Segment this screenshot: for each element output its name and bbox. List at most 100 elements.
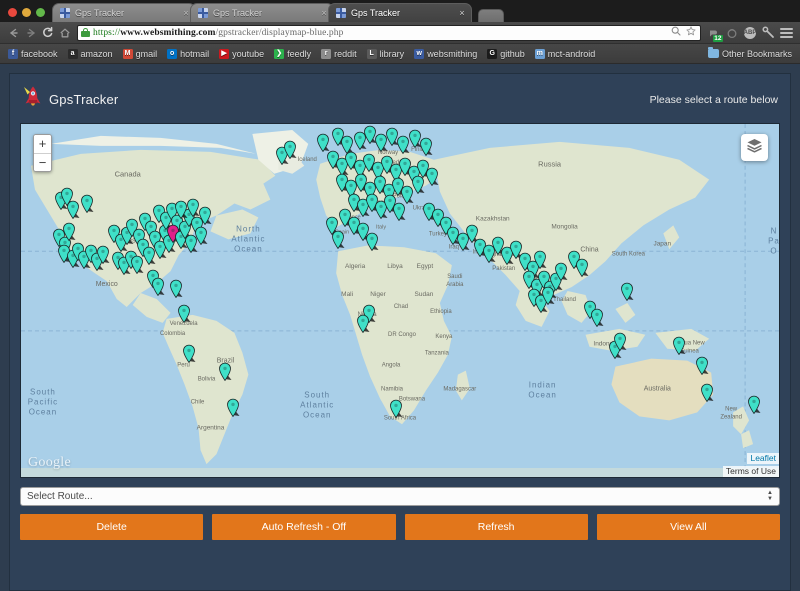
bookmark-item[interactable]: ffacebook xyxy=(4,48,62,60)
auto-refresh-button[interactable]: Auto Refresh - Off xyxy=(212,514,395,540)
back-button[interactable] xyxy=(5,24,22,41)
delete-button[interactable]: Delete xyxy=(20,514,203,540)
bookmark-item[interactable]: ▶youtube xyxy=(215,48,268,60)
map-marker[interactable] xyxy=(393,202,406,221)
bookmark-label: reddit xyxy=(334,49,357,59)
bookmark-favicon-icon: r xyxy=(321,49,331,59)
map-marker[interactable] xyxy=(80,194,93,213)
extension-button-secondary[interactable] xyxy=(723,24,741,42)
map-marker[interactable] xyxy=(177,304,190,323)
map-marker[interactable] xyxy=(533,250,546,269)
map-label: NPaO xyxy=(768,226,779,255)
bookmark-label: facebook xyxy=(21,49,58,59)
bookmark-label: youtube xyxy=(232,49,264,59)
map-marker[interactable] xyxy=(541,286,554,305)
bookmark-item[interactable]: mmct-android xyxy=(531,48,600,60)
browser-window: Gps Tracker×Gps Tracker×Gps Tracker× htt… xyxy=(0,0,800,591)
map-marker[interactable] xyxy=(419,137,432,156)
zoom-in-button[interactable]: + xyxy=(34,135,51,153)
tab-title: Gps Tracker xyxy=(351,8,452,18)
map-label: Niger xyxy=(370,291,386,298)
brand-name: GpsTracker xyxy=(49,92,118,107)
adblock-plus-button[interactable]: ABP xyxy=(741,24,759,42)
bookmark-favicon-icon: M xyxy=(123,49,133,59)
bookmark-item[interactable]: rreddit xyxy=(317,48,361,60)
map-zoom-control[interactable]: + − xyxy=(33,134,52,172)
bookmark-item[interactable]: aamazon xyxy=(64,48,117,60)
map-marker[interactable] xyxy=(66,200,79,219)
bookmark-item[interactable]: ohotmail xyxy=(163,48,213,60)
map-marker[interactable] xyxy=(411,175,424,194)
tab-favicon-icon xyxy=(198,8,208,18)
map-marker[interactable] xyxy=(184,234,197,253)
browser-tab[interactable]: Gps Tracker× xyxy=(190,3,334,22)
address-bar[interactable]: https://www.websmithing.com/gpstracker/d… xyxy=(77,25,701,41)
map-marker[interactable] xyxy=(332,230,345,249)
map-marker[interactable] xyxy=(366,232,379,251)
home-button[interactable] xyxy=(56,24,73,41)
map-marker[interactable] xyxy=(357,314,370,333)
map-marker[interactable] xyxy=(62,222,75,241)
search-icon[interactable] xyxy=(670,26,682,39)
zoom-out-button[interactable]: − xyxy=(34,153,51,171)
route-select[interactable]: Select Route... ▲▼ xyxy=(20,487,780,506)
map-marker[interactable] xyxy=(554,262,567,281)
leaflet-map[interactable]: CanadaMexicoNorthAtlanticOceanSouthAtlan… xyxy=(20,123,780,478)
bookmark-label: github xyxy=(500,49,525,59)
map-label: Italy xyxy=(376,224,386,230)
map-marker[interactable] xyxy=(169,279,182,298)
map-marker[interactable] xyxy=(182,344,195,363)
map-marker[interactable] xyxy=(673,336,686,355)
close-window-button[interactable] xyxy=(8,8,17,17)
map-marker[interactable] xyxy=(696,356,709,375)
wrench-tool-button[interactable] xyxy=(759,24,777,42)
star-icon[interactable] xyxy=(685,26,697,39)
map-marker[interactable] xyxy=(174,200,187,219)
map-marker[interactable] xyxy=(284,140,297,159)
map-marker[interactable] xyxy=(198,206,211,225)
forward-button[interactable] xyxy=(22,24,39,41)
bookmark-item[interactable]: Mgmail xyxy=(119,48,162,60)
bookmark-item[interactable]: Llibrary xyxy=(363,48,409,60)
map-marker[interactable] xyxy=(591,308,604,327)
tab-close-icon[interactable]: × xyxy=(457,8,467,18)
map-label: SouthAtlanticOcean xyxy=(300,390,334,419)
bookmark-item[interactable]: Ggithub xyxy=(483,48,529,60)
other-bookmarks-folder[interactable]: Other Bookmarks xyxy=(704,48,796,60)
browser-tab[interactable]: Gps Tracker × xyxy=(328,3,472,22)
bookmark-label: websmithing xyxy=(427,49,477,59)
rocket-logo-icon xyxy=(22,84,44,115)
hamburger-menu-icon[interactable] xyxy=(777,24,795,42)
view-all-button[interactable]: View All xyxy=(597,514,780,540)
minimize-window-button[interactable] xyxy=(22,8,31,17)
map-marker[interactable] xyxy=(575,258,588,277)
bookmark-item[interactable]: wwebsmithing xyxy=(410,48,481,60)
map-marker[interactable] xyxy=(390,399,403,418)
browser-tab[interactable]: Gps Tracker× xyxy=(52,3,196,22)
map-label: Kazakhstan xyxy=(476,215,510,222)
reload-button[interactable] xyxy=(39,24,56,41)
route-controls: Select Route... ▲▼ Delete Auto Refresh - … xyxy=(20,478,780,550)
bookmark-label: mct-android xyxy=(548,49,596,59)
bookmark-favicon-icon: o xyxy=(167,49,177,59)
leaflet-attribution-link[interactable]: Leaflet xyxy=(747,453,779,464)
map-marker[interactable] xyxy=(701,383,714,402)
map-marker[interactable] xyxy=(748,395,761,414)
map-marker[interactable] xyxy=(151,277,164,296)
terms-of-use-link[interactable]: Terms of Use xyxy=(723,466,779,477)
map-marker[interactable] xyxy=(96,245,109,264)
maximize-window-button[interactable] xyxy=(36,8,45,17)
map-marker[interactable] xyxy=(614,332,627,351)
map-marker[interactable] xyxy=(425,167,438,186)
map-marker[interactable] xyxy=(227,398,240,417)
bookmark-item[interactable]: ❯feedly xyxy=(270,48,315,60)
map-marker[interactable] xyxy=(621,282,634,301)
bookmark-label: library xyxy=(380,49,405,59)
map-marker[interactable] xyxy=(219,362,232,381)
refresh-button[interactable]: Refresh xyxy=(405,514,588,540)
map-layers-button[interactable] xyxy=(741,134,768,161)
bookmark-label: amazon xyxy=(81,49,113,59)
map-label: Iceland xyxy=(298,157,317,163)
new-tab-button[interactable] xyxy=(478,9,504,22)
extension-button-badged[interactable]: 12 xyxy=(705,24,723,42)
